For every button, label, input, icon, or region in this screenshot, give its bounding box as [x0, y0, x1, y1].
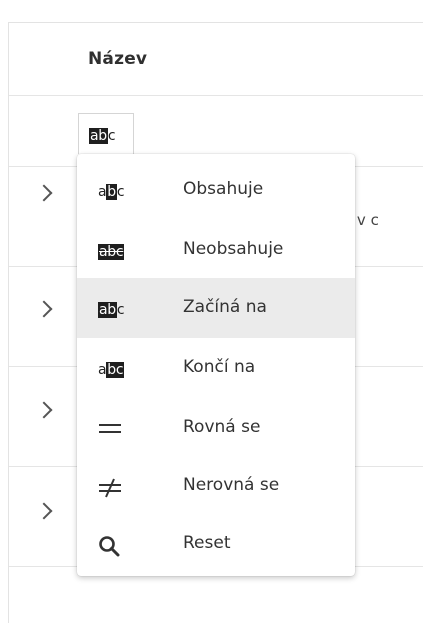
table-header-row	[9, 23, 423, 95]
equals-icon	[98, 419, 138, 439]
menu-item-ends-with[interactable]: abc Končí na	[77, 338, 355, 398]
menu-item-starts-with[interactable]: abc Začíná na	[77, 278, 355, 338]
filter-operator-button[interactable]: abc	[78, 113, 134, 154]
menu-item-equals[interactable]: Rovná se	[77, 398, 355, 458]
search-icon	[98, 535, 138, 557]
menu-item-not-contains[interactable]: abc Neobsahuje	[77, 220, 355, 280]
not-contains-icon: abc	[98, 244, 125, 260]
ends-with-icon: abc	[98, 362, 125, 378]
menu-item-not-equals[interactable]: Nerovná se	[77, 456, 355, 516]
menu-item-label: Reset	[183, 533, 231, 553]
menu-item-contains[interactable]: abc Obsahuje	[77, 160, 355, 220]
column-header-nazev[interactable]: Název	[88, 49, 147, 69]
starts-with-icon: abc	[98, 302, 125, 318]
starts-with-icon: abc	[89, 128, 116, 144]
filter-operator-menu: abc Obsahuje abc Neobsahuje abc Začíná n…	[77, 154, 355, 576]
menu-item-label: Začíná na	[183, 297, 267, 317]
menu-item-label: Neobsahuje	[183, 239, 284, 259]
menu-item-label: Rovná se	[183, 417, 261, 437]
menu-item-reset[interactable]: Reset	[77, 514, 355, 574]
not-equals-icon	[98, 477, 138, 498]
menu-item-label: Končí na	[183, 357, 256, 377]
contains-icon: abc	[98, 184, 125, 200]
menu-item-label: Nerovná se	[183, 475, 280, 495]
menu-item-label: Obsahuje	[183, 179, 264, 199]
